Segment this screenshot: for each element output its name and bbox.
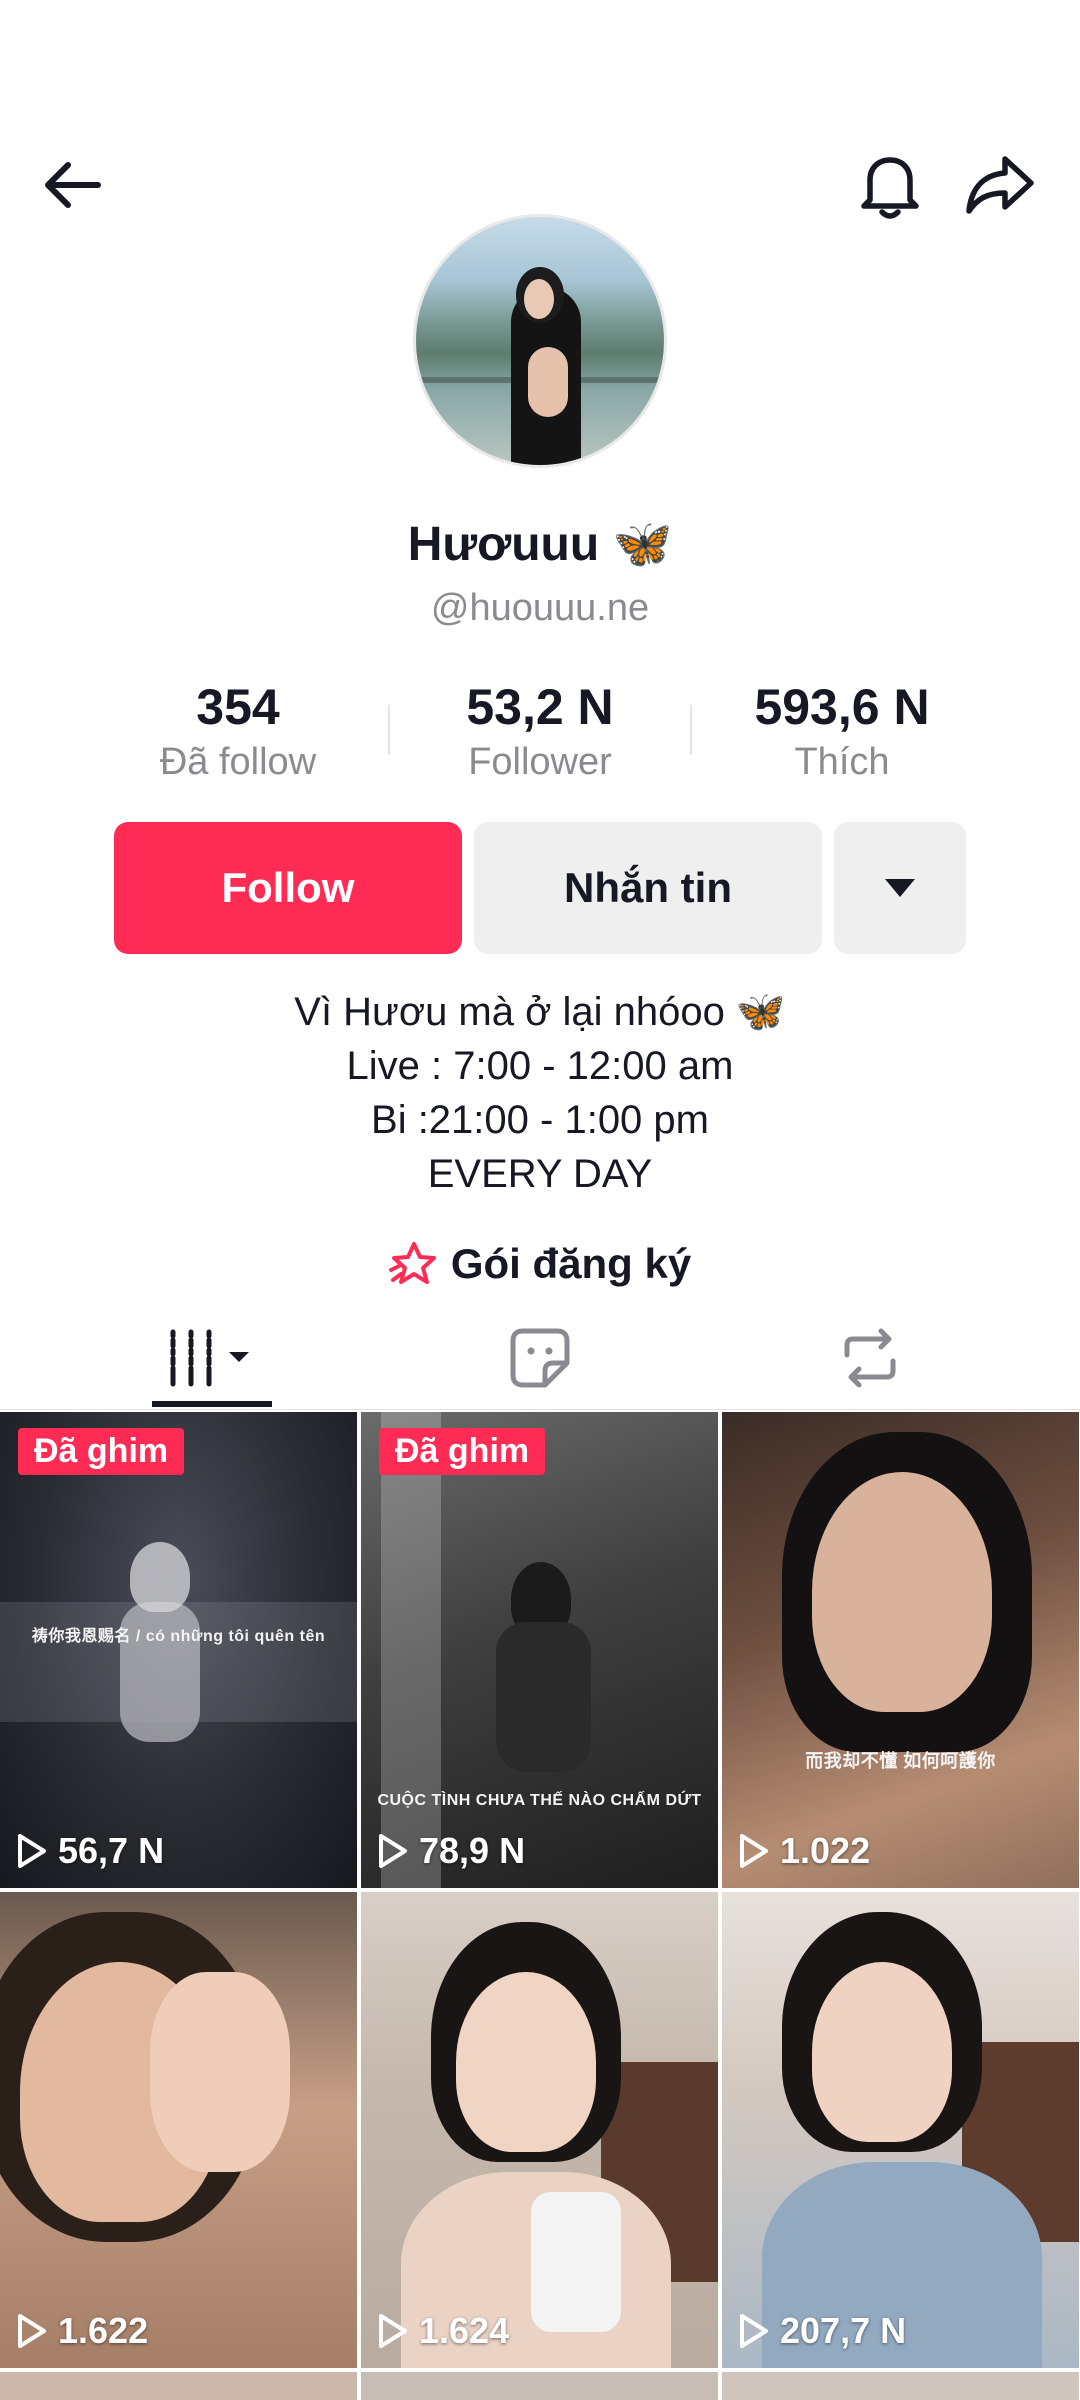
bio-line: Bi :21:00 - 1:00 pm: [371, 1098, 709, 1142]
view-count-text: 56,7 N: [58, 1830, 165, 1871]
pinned-badge: Đã ghim: [379, 1428, 546, 1475]
view-count-text: 1.622: [58, 2310, 149, 2351]
favorites-sticker-icon: [510, 1328, 570, 1387]
share-arrow-icon: [966, 156, 1034, 214]
following-label: Đã follow: [159, 741, 317, 783]
play-icon: [740, 1834, 768, 1868]
back-button[interactable]: [32, 150, 112, 220]
tab-videos[interactable]: [32, 1305, 392, 1410]
view-count-text: 207,7 N: [780, 2310, 907, 2351]
play-icon: [18, 1834, 46, 1868]
view-count-text: 1.022: [780, 1830, 871, 1871]
video-caption: CUỘC TÌNH CHƯA THẾ NÀO CHẤM DỨT: [377, 1792, 702, 1809]
username-handle: @huouuu.ne: [430, 587, 650, 629]
video-thumbnail[interactable]: [361, 2372, 718, 2400]
followers-count: 53,2 N: [466, 679, 614, 735]
star-badge-icon: [388, 1242, 436, 1284]
notification-bell-button[interactable]: [850, 145, 930, 225]
view-count-text: 78,9 N: [419, 1830, 526, 1871]
repost-icon: [844, 1328, 896, 1387]
view-count: 1.022: [738, 1830, 870, 1872]
view-count: 1.624: [377, 2310, 509, 2352]
play-icon: [379, 1834, 407, 1868]
following-stat[interactable]: 354 Đã follow: [88, 680, 388, 784]
video-thumbnail[interactable]: [0, 2372, 357, 2400]
video-thumbnail[interactable]: 1.624: [361, 1892, 718, 2368]
tab-favorites[interactable]: [360, 1305, 720, 1410]
bio-line: Live : 7:00 - 12:00 am: [346, 1044, 734, 1088]
active-tab-indicator: [152, 1401, 272, 1407]
view-count: 78,9 N: [377, 1830, 525, 1872]
bell-icon: [861, 157, 919, 219]
likes-count: 593,6 N: [754, 679, 930, 735]
video-thumbnail[interactable]: 而我却不懂 如何呵護你 1.022: [722, 1412, 1079, 1888]
bio-line: Vì Hươu mà ở lại nhóoo 🦋: [294, 990, 786, 1034]
more-options-button[interactable]: [834, 822, 966, 954]
likes-stat[interactable]: 593,6 N Thích: [692, 680, 992, 784]
followers-stat[interactable]: 53,2 N Follower: [390, 680, 690, 784]
video-thumbnail[interactable]: 祷你我恩赐名 / có những tôi quên tên Đã ghim 5…: [0, 1412, 357, 1888]
video-thumbnail[interactable]: [722, 2372, 1079, 2400]
caret-down-icon: [885, 879, 915, 897]
view-count: 1.622: [16, 2310, 148, 2352]
share-button[interactable]: [960, 145, 1040, 225]
video-thumbnail[interactable]: CUỘC TÌNH CHƯA THẾ NÀO CHẤM DỨT Đã ghim …: [361, 1412, 718, 1888]
video-thumbnail[interactable]: 207,7 N: [722, 1892, 1079, 2368]
likes-label: Thích: [794, 741, 890, 783]
view-count-text: 1.624: [419, 2310, 510, 2351]
bio-line: EVERY DAY: [427, 1152, 653, 1196]
followers-label: Follower: [468, 741, 612, 783]
video-thumbnail[interactable]: 1.622: [0, 1892, 357, 2368]
display-name: Hươuuu 🦋: [407, 518, 673, 571]
play-icon: [18, 2314, 46, 2348]
profile-actions: Follow Nhắn tin: [0, 822, 1080, 954]
pinned-badge: Đã ghim: [18, 1428, 185, 1475]
profile-avatar[interactable]: [413, 214, 667, 468]
message-button[interactable]: Nhắn tin: [474, 822, 822, 954]
video-caption: 而我却不懂 如何呵護你: [805, 1751, 996, 1771]
tab-reposts[interactable]: [690, 1305, 1050, 1410]
play-icon: [379, 2314, 407, 2348]
subscription-link[interactable]: Gói đăng ký: [0, 1236, 1080, 1292]
profile-bio: Vì Hươu mà ở lại nhóoo 🦋 Live : 7:00 - 1…: [0, 985, 1080, 1201]
arrow-left-icon: [45, 162, 101, 208]
play-icon: [740, 2314, 768, 2348]
videos-grid-icon: [170, 1329, 249, 1386]
view-count: 56,7 N: [16, 1830, 164, 1872]
subscription-label: Gói đăng ký: [450, 1240, 692, 1287]
content-tabs: [0, 1305, 1080, 1410]
video-caption: 祷你我恩赐名 / có những tôi quên tên: [31, 1628, 326, 1645]
following-count: 354: [196, 679, 280, 735]
follow-button[interactable]: Follow: [114, 822, 462, 954]
profile-stats: 354 Đã follow 53,2 N Follower 593,6 N Th…: [0, 680, 1080, 790]
view-count: 207,7 N: [738, 2310, 906, 2352]
